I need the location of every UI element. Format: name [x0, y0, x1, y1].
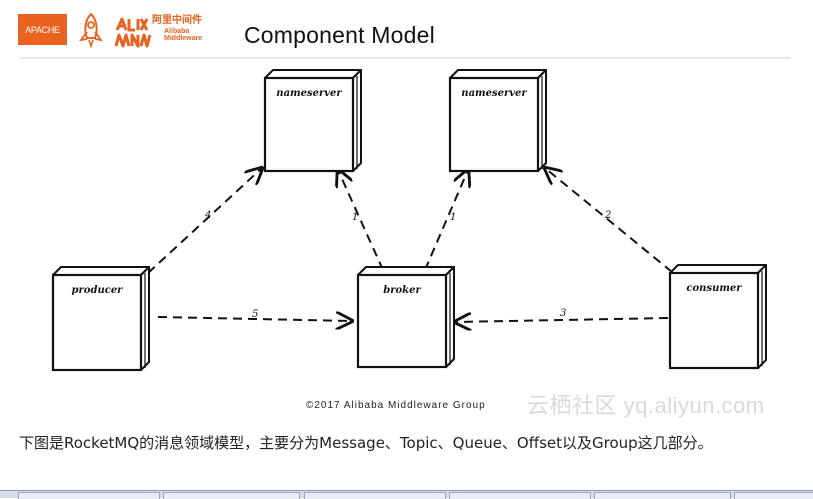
- edge-broker-to-nameserver1: [338, 170, 384, 271]
- alibaba-logo-cn: 阿里中间件: [152, 15, 202, 26]
- edge-label: 1: [352, 212, 358, 223]
- taskbar-button[interactable]: [449, 492, 591, 499]
- header-divider: [20, 57, 790, 59]
- taskbar-button[interactable]: [163, 492, 300, 499]
- rocketmq-logo-icon: [78, 12, 104, 48]
- taskbar-button[interactable]: [18, 492, 160, 499]
- edge-broker-to-nameserver2: [424, 170, 468, 271]
- taskbar-button[interactable]: [734, 492, 813, 499]
- copyright-text: ©2017 Alibaba Middleware Group: [306, 400, 486, 411]
- edge-label: 2: [604, 210, 611, 221]
- caption-paragraph: 下图是RocketMQ的消息领域模型，主要分为Message、Topic、Que…: [19, 434, 713, 452]
- node-nameserver1: nameserver: [263, 69, 362, 173]
- node-label: nameserver: [461, 88, 527, 99]
- node-label: nameserver: [276, 88, 342, 99]
- edge-label: 5: [252, 309, 258, 320]
- taskbar-button[interactable]: [304, 492, 446, 499]
- node-label: broker: [383, 285, 421, 296]
- node-label: consumer: [686, 283, 742, 294]
- node-producer: producer: [51, 266, 150, 372]
- watermark-text: 云栖社区 yq.aliyun.com: [527, 393, 765, 418]
- alibaba-logo-en: Alibaba Middleware: [164, 28, 203, 42]
- node-consumer: consumer: [668, 264, 767, 370]
- alibaba-middleware-logo-icon: [114, 17, 152, 48]
- edge-label: 1: [450, 212, 456, 223]
- node-label: producer: [72, 285, 124, 296]
- node-broker: broker: [356, 266, 455, 369]
- node-nameserver2: nameserver: [448, 69, 547, 173]
- apache-logo-text: APACHE: [25, 24, 60, 35]
- alibaba-middleware-logo-text: 阿里中间件 Alibaba Middleware: [152, 15, 212, 43]
- edge-label: 4: [204, 210, 211, 221]
- apache-logo: APACHE: [18, 14, 67, 45]
- page-title: Component Model: [244, 22, 435, 48]
- edge-label: 3: [560, 308, 566, 319]
- taskbar-button[interactable]: [594, 492, 731, 499]
- component-model-diagram: 4 1 1 2 5 3 nameserver nameserver producer broke…: [51, 69, 767, 372]
